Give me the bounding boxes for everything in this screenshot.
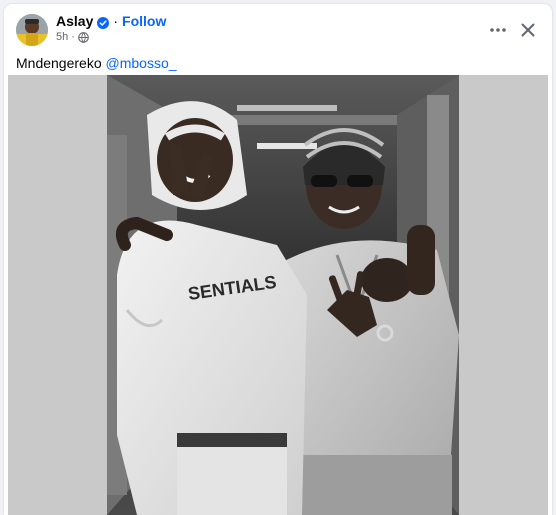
- globe-icon[interactable]: [78, 31, 89, 43]
- post-header: Aslay · Follow 5h ·: [4, 4, 552, 50]
- post-caption: Mndengereko @mbosso_: [16, 54, 177, 72]
- mention-link[interactable]: @mbosso_: [106, 55, 177, 71]
- author-name[interactable]: Aslay: [56, 12, 93, 30]
- verified-badge-icon: [97, 15, 110, 29]
- follow-button[interactable]: Follow: [122, 12, 166, 30]
- more-options-icon: [490, 28, 506, 32]
- author-line: Aslay · Follow: [56, 12, 166, 30]
- post-card: Aslay · Follow 5h · Mndengereko @mbosso_…: [4, 4, 552, 515]
- meta-separator: ·: [71, 31, 75, 43]
- caption-text: Mndengereko: [16, 55, 106, 71]
- post-meta: 5h ·: [56, 31, 89, 43]
- name-separator: ·: [113, 13, 119, 29]
- more-options-button[interactable]: [484, 16, 512, 44]
- post-timestamp[interactable]: 5h: [56, 31, 68, 43]
- close-icon: [521, 23, 535, 37]
- post-photo[interactable]: SENTIALS: [107, 75, 459, 515]
- close-button[interactable]: [514, 16, 542, 44]
- author-avatar[interactable]: [16, 14, 48, 46]
- post-media[interactable]: SENTIALS: [8, 75, 548, 515]
